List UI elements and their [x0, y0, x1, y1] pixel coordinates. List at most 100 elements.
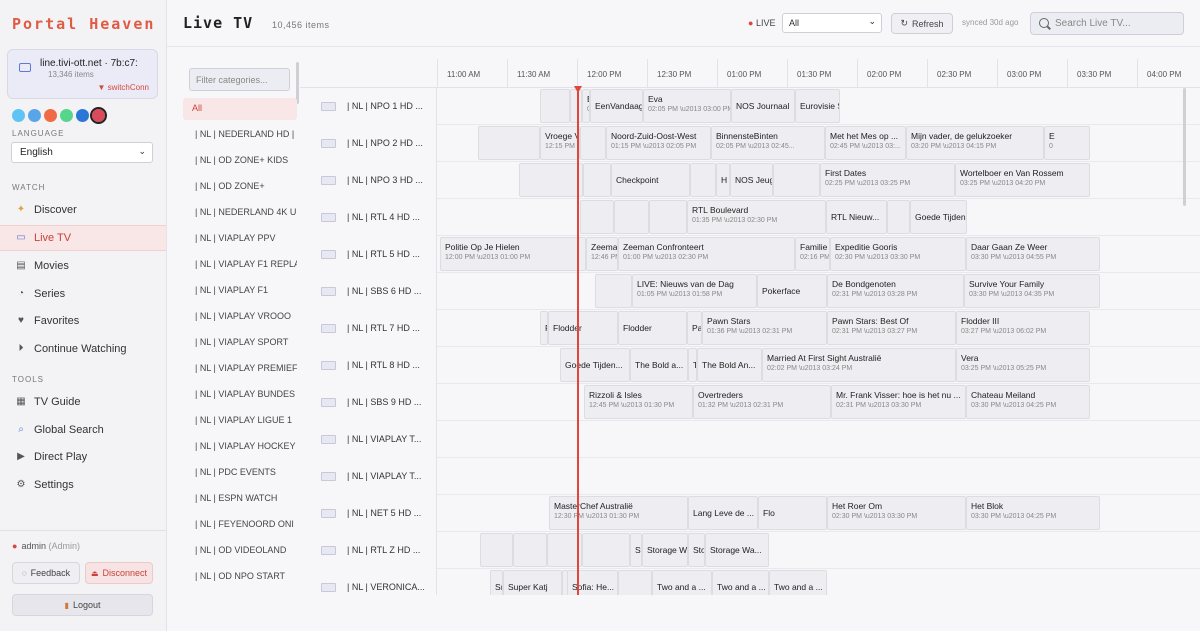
theme-swatch[interactable]	[90, 107, 107, 124]
program-block[interactable]: Storage Wa...	[705, 533, 769, 567]
account-card[interactable]: line.tivi-ott.net · 7b:c7: 13,346 items …	[7, 49, 158, 99]
program-block[interactable]	[480, 533, 513, 567]
program-block[interactable]: F	[540, 311, 548, 345]
program-block[interactable]: Goede Tijden...	[910, 200, 967, 234]
program-block[interactable]: Storage W	[642, 533, 688, 567]
program-block[interactable]: The Bold An...	[697, 348, 762, 382]
nav-global-search[interactable]: ⌕ Global Search	[0, 417, 166, 443]
disconnect-button[interactable]: ⏏ Disconnect	[85, 562, 153, 584]
program-block[interactable]: EenVandaag	[590, 89, 643, 123]
theme-swatch[interactable]	[76, 109, 89, 122]
category-item[interactable]: | NL | OD NPO START	[183, 566, 297, 588]
program-block[interactable]: Wortelboer en Van Rossem 03:25 PM \u2013 …	[955, 163, 1090, 197]
category-item[interactable]: | NL | NEDERLAND 4K U	[183, 202, 297, 224]
brand-logo[interactable]: Portal Heaven	[12, 15, 155, 33]
program-block[interactable]: Goede Tijden...	[560, 348, 630, 382]
category-scrollbar[interactable]	[296, 62, 299, 104]
program-block[interactable]	[583, 163, 611, 197]
program-block[interactable]: Mijn vader, de gelukzoeker 03:20 PM \u201…	[906, 126, 1044, 160]
program-block[interactable]	[773, 163, 820, 197]
program-block[interactable]: Het Blok 03:30 PM \u2013 04:25 PM	[966, 496, 1100, 530]
program-block[interactable]: Chateau Meiland 03:30 PM \u2013 04:25 PM	[966, 385, 1090, 419]
category-item[interactable]: | NL | VIAPLAY F1 REPLA	[183, 254, 297, 276]
epg-scrollbar[interactable]	[1183, 88, 1186, 206]
program-block[interactable]: The Bold a...	[630, 348, 688, 382]
program-block[interactable]: Pawn Stars 01:36 PM \u2013 02:31 PM	[702, 311, 827, 345]
program-block[interactable]: Zeemans 12:46 PM	[586, 237, 618, 271]
refresh-button[interactable]: ↻ Refresh	[891, 13, 953, 34]
program-block[interactable]: Flodder	[548, 311, 618, 345]
program-block[interactable]: LIVE: Nieuws van de Dag 01:05 PM \u2013 0…	[632, 274, 757, 308]
channel-cell[interactable]: | NL | RTL Z HD ...	[300, 532, 437, 569]
channel-cell[interactable]: | NL | SBS 6 HD ...	[300, 273, 437, 310]
program-block[interactable]: Overtreders 01:32 PM \u2013 02:31 PM	[693, 385, 831, 419]
program-block[interactable]: Two and a ...	[769, 570, 827, 595]
program-block[interactable]: RTL Boulevard 01:35 PM \u2013 02:30 PM	[687, 200, 826, 234]
program-block[interactable]	[582, 533, 630, 567]
category-item[interactable]: | NL | VIAPLAY PPV	[183, 228, 297, 250]
program-block[interactable]	[649, 200, 687, 234]
live-filter-select[interactable]: All ⌄	[782, 13, 882, 33]
theme-swatch[interactable]	[60, 109, 73, 122]
nav-discover[interactable]: ✦ Discover	[0, 197, 166, 223]
category-item[interactable]: | NL | OD ZONE+	[183, 176, 297, 198]
category-item[interactable]: | NL | FEYENOORD ONI	[183, 514, 297, 536]
switch-connection-link[interactable]: ▼ switchConn	[98, 83, 150, 92]
program-block[interactable]: Vroege Vogels 12:15 PM \u2013 01:00 PM	[540, 126, 580, 160]
program-block[interactable]: E0	[1044, 126, 1090, 160]
channel-cell[interactable]: | NL | NPO 2 HD ...	[300, 125, 437, 162]
category-item[interactable]: | NL | OD VIDEOLAND	[183, 540, 297, 562]
program-block[interactable]: Zeeman Confronteert 01:00 PM \u2013 02:30…	[618, 237, 795, 271]
category-item[interactable]: All	[183, 98, 297, 120]
program-block[interactable]: Two and a ...	[712, 570, 769, 595]
program-block[interactable]: Sto	[688, 533, 705, 567]
program-block[interactable]: Daar Gaan Ze Weer 03:30 PM \u2013 04:55 P…	[966, 237, 1100, 271]
program-block[interactable]: RTL Nieuw...	[826, 200, 887, 234]
program-block[interactable]: Sofia: He...	[567, 570, 618, 595]
logout-button[interactable]: ▮ Logout	[12, 594, 153, 616]
category-item[interactable]: | NL | VIAPLAY HOCKEY	[183, 436, 297, 458]
program-block[interactable]: Pa	[687, 311, 702, 345]
program-block[interactable]: Super Katj	[503, 570, 562, 595]
program-block[interactable]	[595, 274, 632, 308]
program-block[interactable]: Rizzoli & Isles 12:45 PM \u2013 01:30 PM	[584, 385, 693, 419]
program-block[interactable]: H	[716, 163, 730, 197]
program-block[interactable]: Pawn Stars: Best Of 02:31 PM \u2013 03:27…	[827, 311, 956, 345]
category-item[interactable]: | NL | VIAPLAY BUNDES	[183, 384, 297, 406]
nav-direct-play[interactable]: ▶ Direct Play	[0, 444, 166, 470]
program-block[interactable]	[478, 126, 540, 160]
theme-swatch[interactable]	[44, 109, 57, 122]
program-block[interactable]: Checkpoint	[611, 163, 690, 197]
program-block[interactable]	[570, 89, 582, 123]
category-item[interactable]: | NL | VIAPLAY F1	[183, 280, 297, 302]
program-block[interactable]: NOS Jeug...	[730, 163, 773, 197]
program-block[interactable]	[690, 163, 716, 197]
category-item[interactable]: | NL | VIAPLAY PREMIEF	[183, 358, 297, 380]
category-item[interactable]: | NL | ESPN WATCH	[183, 488, 297, 510]
program-block[interactable]: Flodder	[618, 311, 687, 345]
program-block[interactable]: Familie 02:16 PM	[795, 237, 830, 271]
program-block[interactable]: Mr. Frank Visser: hoe is het nu ... 02:31…	[831, 385, 966, 419]
channel-cell[interactable]: | NL | RTL 8 HD ...	[300, 347, 437, 384]
program-block[interactable]: Flo	[758, 496, 827, 530]
program-block[interactable]: Lang Leve de ...	[688, 496, 758, 530]
category-item[interactable]: | NL | OD ZONE+ KIDS	[183, 150, 297, 172]
nav-favorites[interactable]: ♥ Favorites	[0, 308, 166, 334]
program-block[interactable]: Eurovisie Son...	[795, 89, 840, 123]
program-block[interactable]	[614, 200, 649, 234]
nav-live-tv[interactable]: ▭ Live TV	[0, 225, 166, 251]
channel-cell[interactable]: | NL | NPO 1 HD ...	[300, 88, 437, 125]
category-item[interactable]: | NL | NEDERLAND HD |	[183, 124, 297, 146]
program-block[interactable]: MasterChef Australië 12:30 PM \u2013 01:3…	[549, 496, 688, 530]
nav-settings[interactable]: ⚙ Settings	[0, 472, 166, 498]
nav-movies[interactable]: ▤ Movies	[0, 253, 166, 279]
program-block[interactable]: Het Roer Om 02:30 PM \u2013 03:30 PM	[827, 496, 966, 530]
program-block[interactable]	[540, 89, 570, 123]
program-block[interactable]	[580, 126, 606, 160]
channel-cell[interactable]: | NL | VIAPLAY T...	[300, 458, 437, 495]
program-block[interactable]: Expeditie Gooris 02:30 PM \u2013 03:30 PM	[830, 237, 966, 271]
program-block[interactable]: Pokerface	[757, 274, 827, 308]
program-block[interactable]: Noord-Zuid-Oost-West 01:15 PM \u2013 02:0…	[606, 126, 711, 160]
channel-cell[interactable]: | NL | RTL 7 HD ...	[300, 310, 437, 347]
category-item[interactable]: | NL | VIAPLAY VROOO	[183, 306, 297, 328]
